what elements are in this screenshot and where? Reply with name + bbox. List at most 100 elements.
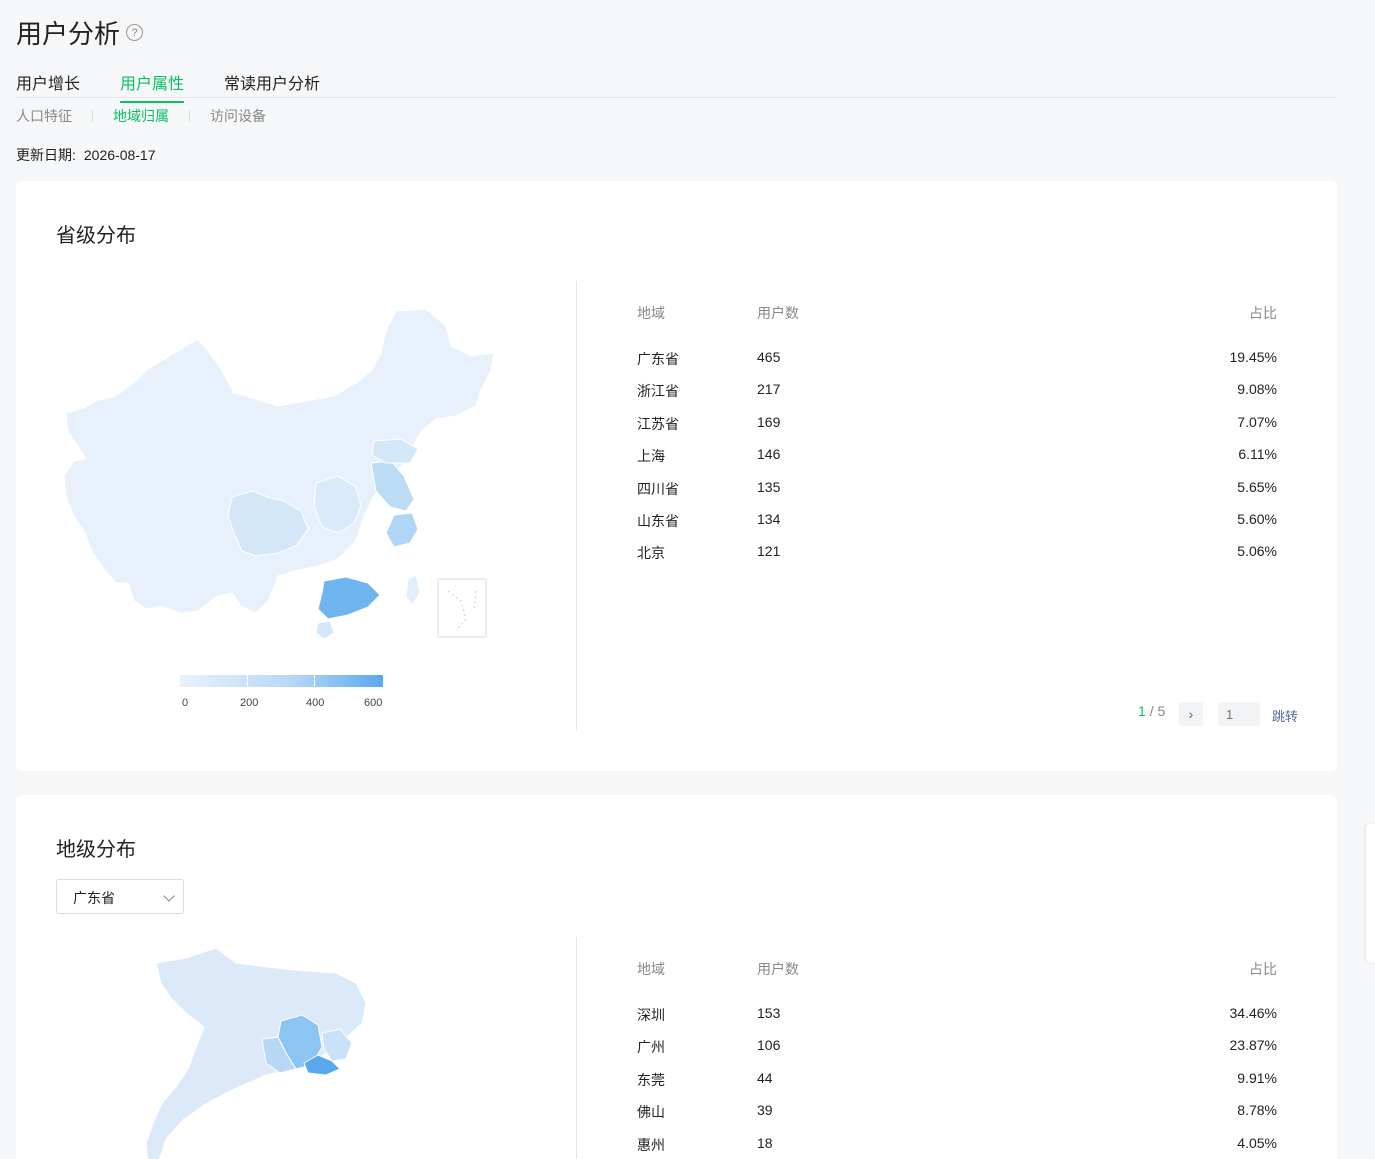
- cell-users: 106: [757, 1037, 781, 1054]
- cell-region: 浙江省: [637, 383, 679, 400]
- table-row: 北京 121 5.06%: [637, 543, 1277, 575]
- city-distribution-card: 地级分布 广东省 地域 用户数 占比 深圳 153 34.46% 广州 106 23.8…: [16, 795, 1337, 1159]
- map-region-taiwan: [405, 574, 421, 606]
- cell-users: 217: [757, 381, 781, 398]
- south-china-sea-inset: [437, 578, 487, 638]
- cell-region: 惠州: [637, 1136, 665, 1153]
- china-province-map[interactable]: [56, 301, 506, 646]
- legend-label-600: 600: [364, 697, 383, 709]
- legend-tick: [314, 675, 315, 687]
- cell-pct: 6.11%: [1238, 446, 1277, 463]
- cell-pct: 23.87%: [1229, 1037, 1277, 1054]
- city-table: 地域 用户数 占比 深圳 153 34.46% 广州 106 23.87% 东莞 44 9.…: [637, 959, 1277, 1159]
- tab-user-attributes[interactable]: 用户属性: [120, 70, 185, 103]
- table-row: 上海 146 6.11%: [637, 446, 1277, 478]
- table-row: 江苏省 169 7.07%: [637, 414, 1277, 446]
- cell-region: 上海: [637, 448, 665, 465]
- table-row: 广州 106 23.87%: [637, 1037, 1277, 1069]
- map-region-guangdong: [317, 576, 381, 620]
- chevron-down-icon: [163, 890, 175, 902]
- column-header-users: 用户数: [757, 305, 799, 321]
- cell-users: 18: [757, 1134, 773, 1151]
- pager-total: 5: [1157, 703, 1166, 719]
- column-header-region: 地域: [637, 305, 665, 321]
- floating-side-panel-edge[interactable]: [1366, 824, 1375, 962]
- province-table: 地域 用户数 占比 广东省 465 19.45% 浙江省 217 9.08% 江苏省 16…: [637, 303, 1277, 576]
- table-row: 深圳 153 34.46%: [637, 1005, 1277, 1037]
- cell-users: 153: [757, 1005, 781, 1021]
- cell-pct: 9.91%: [1237, 1069, 1277, 1086]
- column-header-region: 地域: [637, 961, 665, 977]
- subtab-devices[interactable]: 访问设备: [210, 106, 266, 126]
- cell-users: 44: [757, 1069, 773, 1086]
- table-row: 东莞 44 9.91%: [637, 1070, 1277, 1102]
- cell-pct: 19.45%: [1229, 349, 1277, 365]
- city-card-title: 地级分布: [56, 839, 136, 861]
- cell-pct: 5.06%: [1237, 543, 1277, 560]
- column-header-pct: 占比: [1249, 305, 1277, 321]
- tab-user-growth[interactable]: 用户增长: [16, 70, 80, 101]
- province-select[interactable]: 广东省: [56, 879, 184, 914]
- cell-users: 134: [757, 510, 781, 527]
- cell-pct: 8.78%: [1237, 1102, 1277, 1119]
- card-divider: [576, 281, 577, 731]
- cell-pct: 9.08%: [1237, 381, 1277, 398]
- pager-jump-button[interactable]: 跳转: [1272, 706, 1298, 725]
- legend-label-200: 200: [240, 697, 259, 709]
- update-date-row: 更新日期: 2026-08-17: [16, 145, 156, 165]
- cell-region: 广东省: [637, 351, 679, 367]
- cell-pct: 7.07%: [1237, 413, 1277, 430]
- cell-region: 江苏省: [637, 415, 679, 432]
- map-legend-bar: [180, 675, 383, 687]
- question-circle-icon[interactable]: ?: [126, 24, 144, 41]
- update-date-value: 2026-08-17: [83, 147, 156, 163]
- pager-separator: /: [1149, 703, 1154, 719]
- subtab-region[interactable]: 地域归属: [113, 106, 169, 126]
- subtab-divider: [92, 110, 93, 122]
- page-title: 用户分析: [16, 19, 121, 49]
- guangdong-city-map[interactable]: [126, 943, 446, 1159]
- table-row: 四川省 135 5.65%: [637, 479, 1277, 511]
- cell-region: 深圳: [637, 1007, 665, 1023]
- tab-frequent-readers[interactable]: 常读用户分析: [224, 70, 320, 101]
- cell-users: 135: [757, 478, 781, 495]
- province-card-title: 省级分布: [56, 225, 136, 247]
- cell-pct: 5.60%: [1237, 510, 1277, 527]
- card-divider: [576, 937, 577, 1159]
- pager-current: 1: [1138, 703, 1146, 719]
- table-row: 佛山 39 8.78%: [637, 1102, 1277, 1134]
- map-region-china: [63, 308, 495, 614]
- cell-pct: 4.05%: [1237, 1134, 1277, 1151]
- legend-label-400: 400: [306, 697, 325, 709]
- table-header: 地域 用户数 占比: [637, 303, 1277, 323]
- page-header: 用户分析 ?: [16, 14, 144, 51]
- table-header: 地域 用户数 占比: [637, 959, 1277, 979]
- table-row: 浙江省 217 9.08%: [637, 381, 1277, 413]
- map-region-hainan: [315, 620, 335, 640]
- sub-tabs: 人口特征 地域归属 访问设备: [16, 106, 266, 126]
- cell-users: 146: [757, 446, 781, 463]
- subtab-divider: [189, 110, 190, 122]
- update-date-label: 更新日期:: [16, 147, 76, 163]
- table-row: 山东省 134 5.60%: [637, 511, 1277, 543]
- pager-next-button[interactable]: ›: [1179, 702, 1203, 726]
- subtab-demographics[interactable]: 人口特征: [16, 106, 72, 126]
- column-header-pct: 占比: [1249, 961, 1277, 977]
- cell-pct: 5.65%: [1237, 478, 1277, 495]
- pager-indicator: 1 / 5: [1138, 703, 1165, 719]
- legend-label-0: 0: [182, 697, 189, 709]
- cell-users: 169: [757, 413, 781, 430]
- chevron-right-icon: ›: [1188, 706, 1194, 722]
- pager-jump-input[interactable]: [1218, 702, 1260, 726]
- province-distribution-card: 省级分布 0 200 400 600 地域 用户数 占比 广东省 465 19.45…: [16, 181, 1337, 771]
- cell-pct: 34.46%: [1229, 1005, 1277, 1021]
- cell-users: 121: [757, 543, 781, 560]
- table-row: 广东省 465 19.45%: [637, 349, 1277, 381]
- table-row: 惠州 18 4.05%: [637, 1135, 1277, 1159]
- south-china-sea-islands: [447, 590, 477, 632]
- cell-region: 北京: [637, 545, 665, 562]
- cell-users: 39: [757, 1102, 773, 1119]
- cell-region: 佛山: [637, 1104, 665, 1121]
- map-region-zhejiang: [385, 512, 419, 548]
- main-tabs: 用户增长 用户属性 常读用户分析: [16, 64, 1337, 103]
